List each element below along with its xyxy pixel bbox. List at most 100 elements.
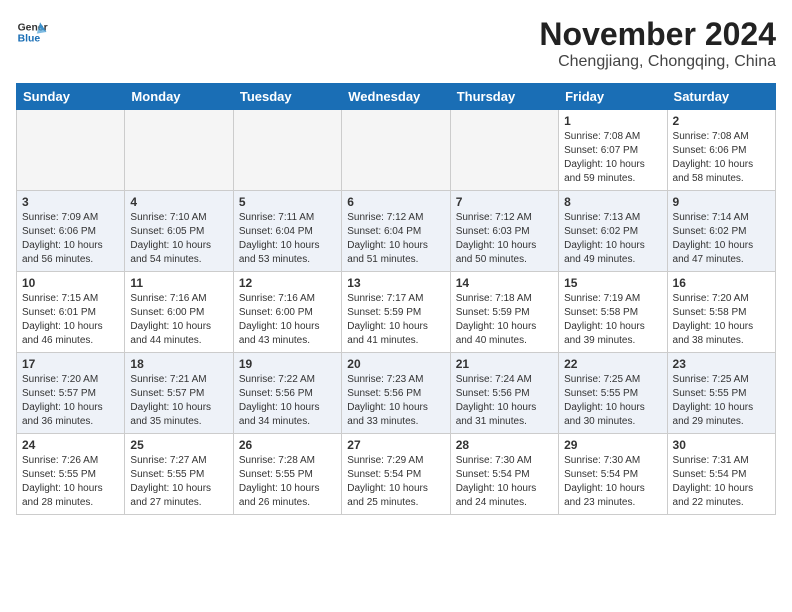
calendar-day-cell: 2 Sunrise: 7:08 AM Sunset: 6:06 PM Daylig… [667, 110, 775, 191]
weekday-header: Tuesday [233, 84, 341, 110]
calendar-day-cell: 8 Sunrise: 7:13 AM Sunset: 6:02 PM Daylig… [559, 191, 667, 272]
day-info: Sunrise: 7:12 AM Sunset: 6:03 PM Dayligh… [456, 211, 553, 267]
calendar-day-cell: 15 Sunrise: 7:19 AM Sunset: 5:58 PM Dayli… [559, 272, 667, 353]
day-info: Sunrise: 7:08 AM Sunset: 6:07 PM Dayligh… [564, 130, 661, 186]
day-number: 10 [22, 276, 119, 290]
day-info: Sunrise: 7:26 AM Sunset: 5:55 PM Dayligh… [22, 454, 119, 510]
day-info: Sunrise: 7:19 AM Sunset: 5:58 PM Dayligh… [564, 292, 661, 348]
calendar-day-cell: 5 Sunrise: 7:11 AM Sunset: 6:04 PM Daylig… [233, 191, 341, 272]
calendar-day-cell: 9Sunrise: 7:14 AM Sunset: 6:02 PM Daylig… [667, 191, 775, 272]
day-number: 11 [130, 276, 227, 290]
day-number: 28 [456, 438, 553, 452]
day-number: 21 [456, 357, 553, 371]
day-number: 2 [673, 114, 770, 128]
calendar-day-cell: 27Sunrise: 7:29 AM Sunset: 5:54 PM Dayli… [342, 434, 450, 515]
calendar-day-cell: 24 Sunrise: 7:26 AM Sunset: 5:55 PM Dayli… [17, 434, 125, 515]
calendar-week-row: 17 Sunrise: 7:20 AM Sunset: 5:57 PM Dayli… [17, 353, 776, 434]
day-info: Sunrise: 7:09 AM Sunset: 6:06 PM Dayligh… [22, 211, 119, 267]
calendar-day-cell: 17 Sunrise: 7:20 AM Sunset: 5:57 PM Dayli… [17, 353, 125, 434]
weekday-header: Monday [125, 84, 233, 110]
day-number: 3 [22, 195, 119, 209]
day-number: 26 [239, 438, 336, 452]
calendar-day-cell: 28 Sunrise: 7:30 AM Sunset: 5:54 PM Dayli… [450, 434, 558, 515]
calendar-day-cell: 19 Sunrise: 7:22 AM Sunset: 5:56 PM Dayli… [233, 353, 341, 434]
day-info: Sunrise: 7:15 AM Sunset: 6:01 PM Dayligh… [22, 292, 119, 348]
day-info: Sunrise: 7:25 AM Sunset: 5:55 PM Dayligh… [564, 373, 661, 429]
day-info: Sunrise: 7:22 AM Sunset: 5:56 PM Dayligh… [239, 373, 336, 429]
calendar-week-row: 24 Sunrise: 7:26 AM Sunset: 5:55 PM Dayli… [17, 434, 776, 515]
day-info: Sunrise: 7:16 AM Sunset: 6:00 PM Dayligh… [239, 292, 336, 348]
day-info: Sunrise: 7:13 AM Sunset: 6:02 PM Dayligh… [564, 211, 661, 267]
calendar-header-row: SundayMondayTuesdayWednesdayThursdayFrid… [17, 84, 776, 110]
calendar-day-cell [17, 110, 125, 191]
day-info: Sunrise: 7:20 AM Sunset: 5:58 PM Dayligh… [673, 292, 770, 348]
day-number: 12 [239, 276, 336, 290]
weekday-header: Thursday [450, 84, 558, 110]
calendar-day-cell: 13 Sunrise: 7:17 AM Sunset: 5:59 PM Dayli… [342, 272, 450, 353]
weekday-header: Wednesday [342, 84, 450, 110]
calendar-day-cell: 10 Sunrise: 7:15 AM Sunset: 6:01 PM Dayli… [17, 272, 125, 353]
day-number: 24 [22, 438, 119, 452]
day-number: 6 [347, 195, 444, 209]
day-info: Sunrise: 7:31 AM Sunset: 5:54 PM Dayligh… [673, 454, 770, 510]
day-info: Sunrise: 7:17 AM Sunset: 5:59 PM Dayligh… [347, 292, 444, 348]
day-number: 15 [564, 276, 661, 290]
calendar-day-cell: 6 Sunrise: 7:12 AM Sunset: 6:04 PM Daylig… [342, 191, 450, 272]
day-info: Sunrise: 7:30 AM Sunset: 5:54 PM Dayligh… [564, 454, 661, 510]
calendar-day-cell: 23 Sunrise: 7:25 AM Sunset: 5:55 PM Dayli… [667, 353, 775, 434]
calendar-day-cell: 4 Sunrise: 7:10 AM Sunset: 6:05 PM Daylig… [125, 191, 233, 272]
day-info: Sunrise: 7:10 AM Sunset: 6:05 PM Dayligh… [130, 211, 227, 267]
calendar-subtitle: Chengjiang, Chongqing, China [539, 53, 776, 71]
calendar-day-cell: 16 Sunrise: 7:20 AM Sunset: 5:58 PM Dayli… [667, 272, 775, 353]
weekday-header: Saturday [667, 84, 775, 110]
day-info: Sunrise: 7:27 AM Sunset: 5:55 PM Dayligh… [130, 454, 227, 510]
calendar-day-cell: 7Sunrise: 7:12 AM Sunset: 6:03 PM Daylig… [450, 191, 558, 272]
calendar-day-cell: 1Sunrise: 7:08 AM Sunset: 6:07 PM Daylig… [559, 110, 667, 191]
day-info: Sunrise: 7:08 AM Sunset: 6:06 PM Dayligh… [673, 130, 770, 186]
day-number: 29 [564, 438, 661, 452]
day-number: 17 [22, 357, 119, 371]
day-info: Sunrise: 7:14 AM Sunset: 6:02 PM Dayligh… [673, 211, 770, 267]
day-info: Sunrise: 7:25 AM Sunset: 5:55 PM Dayligh… [673, 373, 770, 429]
day-info: Sunrise: 7:23 AM Sunset: 5:56 PM Dayligh… [347, 373, 444, 429]
day-info: Sunrise: 7:12 AM Sunset: 6:04 PM Dayligh… [347, 211, 444, 267]
day-number: 4 [130, 195, 227, 209]
day-number: 13 [347, 276, 444, 290]
day-number: 23 [673, 357, 770, 371]
day-number: 5 [239, 195, 336, 209]
calendar-day-cell: 29 Sunrise: 7:30 AM Sunset: 5:54 PM Dayli… [559, 434, 667, 515]
calendar-day-cell: 14Sunrise: 7:18 AM Sunset: 5:59 PM Dayli… [450, 272, 558, 353]
calendar-day-cell [125, 110, 233, 191]
calendar-day-cell: 20Sunrise: 7:23 AM Sunset: 5:56 PM Dayli… [342, 353, 450, 434]
calendar-week-row: 1Sunrise: 7:08 AM Sunset: 6:07 PM Daylig… [17, 110, 776, 191]
title-block: November 2024 Chengjiang, Chongqing, Chi… [539, 16, 776, 71]
day-info: Sunrise: 7:24 AM Sunset: 5:56 PM Dayligh… [456, 373, 553, 429]
day-info: Sunrise: 7:16 AM Sunset: 6:00 PM Dayligh… [130, 292, 227, 348]
calendar-week-row: 3 Sunrise: 7:09 AM Sunset: 6:06 PM Daylig… [17, 191, 776, 272]
day-info: Sunrise: 7:11 AM Sunset: 6:04 PM Dayligh… [239, 211, 336, 267]
calendar-day-cell: 26 Sunrise: 7:28 AM Sunset: 5:55 PM Dayli… [233, 434, 341, 515]
day-number: 22 [564, 357, 661, 371]
day-info: Sunrise: 7:29 AM Sunset: 5:54 PM Dayligh… [347, 454, 444, 510]
day-number: 8 [564, 195, 661, 209]
calendar-day-cell: 11 Sunrise: 7:16 AM Sunset: 6:00 PM Dayli… [125, 272, 233, 353]
day-number: 30 [673, 438, 770, 452]
calendar-day-cell: 3 Sunrise: 7:09 AM Sunset: 6:06 PM Daylig… [17, 191, 125, 272]
day-number: 16 [673, 276, 770, 290]
day-info: Sunrise: 7:30 AM Sunset: 5:54 PM Dayligh… [456, 454, 553, 510]
day-number: 19 [239, 357, 336, 371]
day-info: Sunrise: 7:28 AM Sunset: 5:55 PM Dayligh… [239, 454, 336, 510]
calendar-day-cell [233, 110, 341, 191]
calendar-day-cell: 22 Sunrise: 7:25 AM Sunset: 5:55 PM Dayli… [559, 353, 667, 434]
day-number: 18 [130, 357, 227, 371]
calendar-day-cell: 25 Sunrise: 7:27 AM Sunset: 5:55 PM Dayli… [125, 434, 233, 515]
calendar-title: November 2024 [539, 16, 776, 53]
logo: General Blue [16, 16, 48, 48]
logo-icon: General Blue [16, 16, 48, 48]
calendar-day-cell [342, 110, 450, 191]
calendar-table: SundayMondayTuesdayWednesdayThursdayFrid… [16, 83, 776, 515]
calendar-day-cell: 21 Sunrise: 7:24 AM Sunset: 5:56 PM Dayli… [450, 353, 558, 434]
day-info: Sunrise: 7:18 AM Sunset: 5:59 PM Dayligh… [456, 292, 553, 348]
day-number: 25 [130, 438, 227, 452]
day-info: Sunrise: 7:20 AM Sunset: 5:57 PM Dayligh… [22, 373, 119, 429]
